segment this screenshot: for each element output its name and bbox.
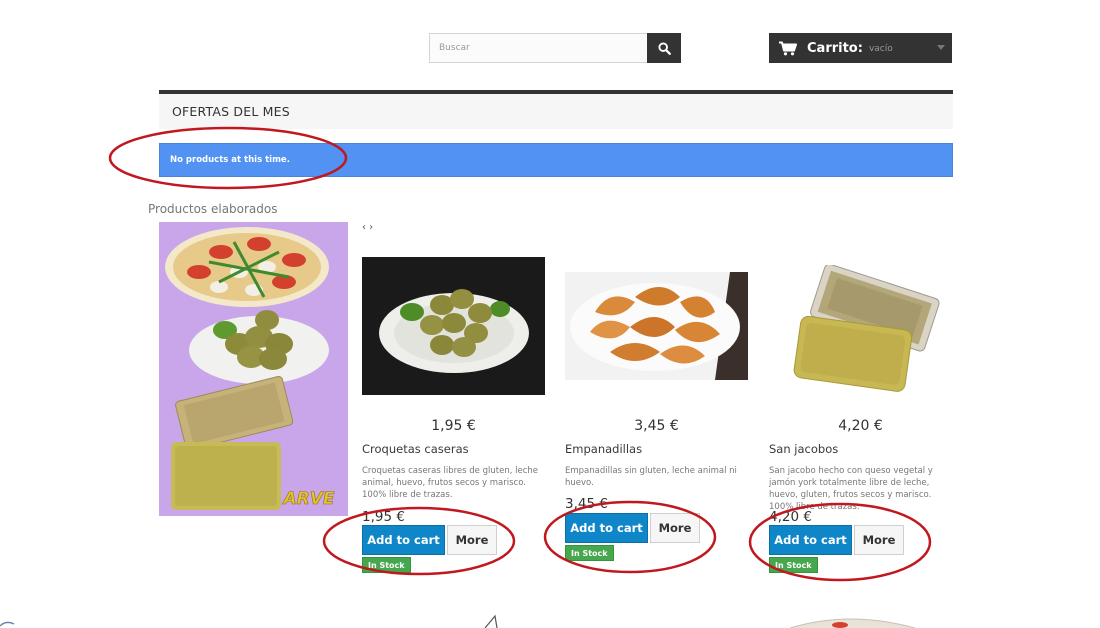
chevron-down-icon — [937, 45, 945, 50]
croquetas-photo — [362, 257, 545, 395]
product-image-croquetas[interactable] — [362, 257, 545, 395]
add-to-cart-button[interactable]: Add to cart — [362, 525, 445, 555]
product-image-empanadillas[interactable] — [565, 272, 748, 380]
more-button[interactable]: More — [650, 513, 700, 543]
stock-badge: In Stock — [565, 545, 614, 561]
more-button[interactable]: More — [854, 525, 904, 555]
product-price: 1,95 € — [431, 418, 476, 434]
cart-label: Carrito: — [807, 40, 863, 56]
stock-badge: In Stock — [769, 557, 818, 573]
search-button[interactable] — [647, 33, 681, 63]
alert-text: No products at this time. — [170, 155, 290, 165]
category-banner[interactable]: ARVE — [159, 222, 348, 516]
search-input[interactable] — [429, 33, 647, 63]
cart-status: vacío — [868, 44, 893, 54]
product-description: San jacobo hecho con queso vegetal y jam… — [769, 466, 933, 512]
empanadillas-photo — [565, 272, 748, 380]
product-name[interactable]: Croquetas caseras — [362, 442, 469, 456]
product-name[interactable]: San jacobos — [769, 442, 838, 456]
product-price: 3,45 € — [634, 418, 679, 434]
carousel-arrows[interactable]: ‹ › — [362, 222, 373, 233]
svg-text:ARVE: ARVE — [281, 489, 334, 509]
product-price-inline: 3,45 € — [565, 496, 608, 512]
product-price-inline: 4,20 € — [769, 509, 812, 525]
shopping-cart-icon — [779, 41, 797, 55]
banner-food-image: ARVE — [159, 222, 348, 516]
product-description: Croquetas caseras libres de gluten, lech… — [362, 466, 538, 500]
product-price: 4,20 € — [838, 418, 883, 434]
no-products-alert: No products at this time. — [159, 143, 953, 177]
more-button[interactable]: More — [447, 525, 497, 555]
search-icon — [657, 41, 671, 55]
next-row-partial-images — [0, 614, 916, 628]
add-to-cart-button[interactable]: Add to cart — [565, 513, 648, 543]
product-image-san-jacobos[interactable] — [769, 265, 952, 393]
cart-button[interactable]: Carrito: vacío — [769, 33, 952, 63]
san-jacobos-photo — [769, 265, 952, 393]
section-title: Productos elaborados — [148, 202, 278, 216]
ofertas-header: OFERTAS DEL MES — [159, 90, 953, 129]
product-description: Empanadillas sin gluten, leche animal ni… — [565, 466, 737, 488]
product-name[interactable]: Empanadillas — [565, 442, 642, 456]
ofertas-title: OFERTAS DEL MES — [172, 104, 290, 119]
stock-badge: In Stock — [362, 557, 411, 573]
product-price-inline: 1,95 € — [362, 509, 405, 525]
add-to-cart-button[interactable]: Add to cart — [769, 525, 852, 555]
